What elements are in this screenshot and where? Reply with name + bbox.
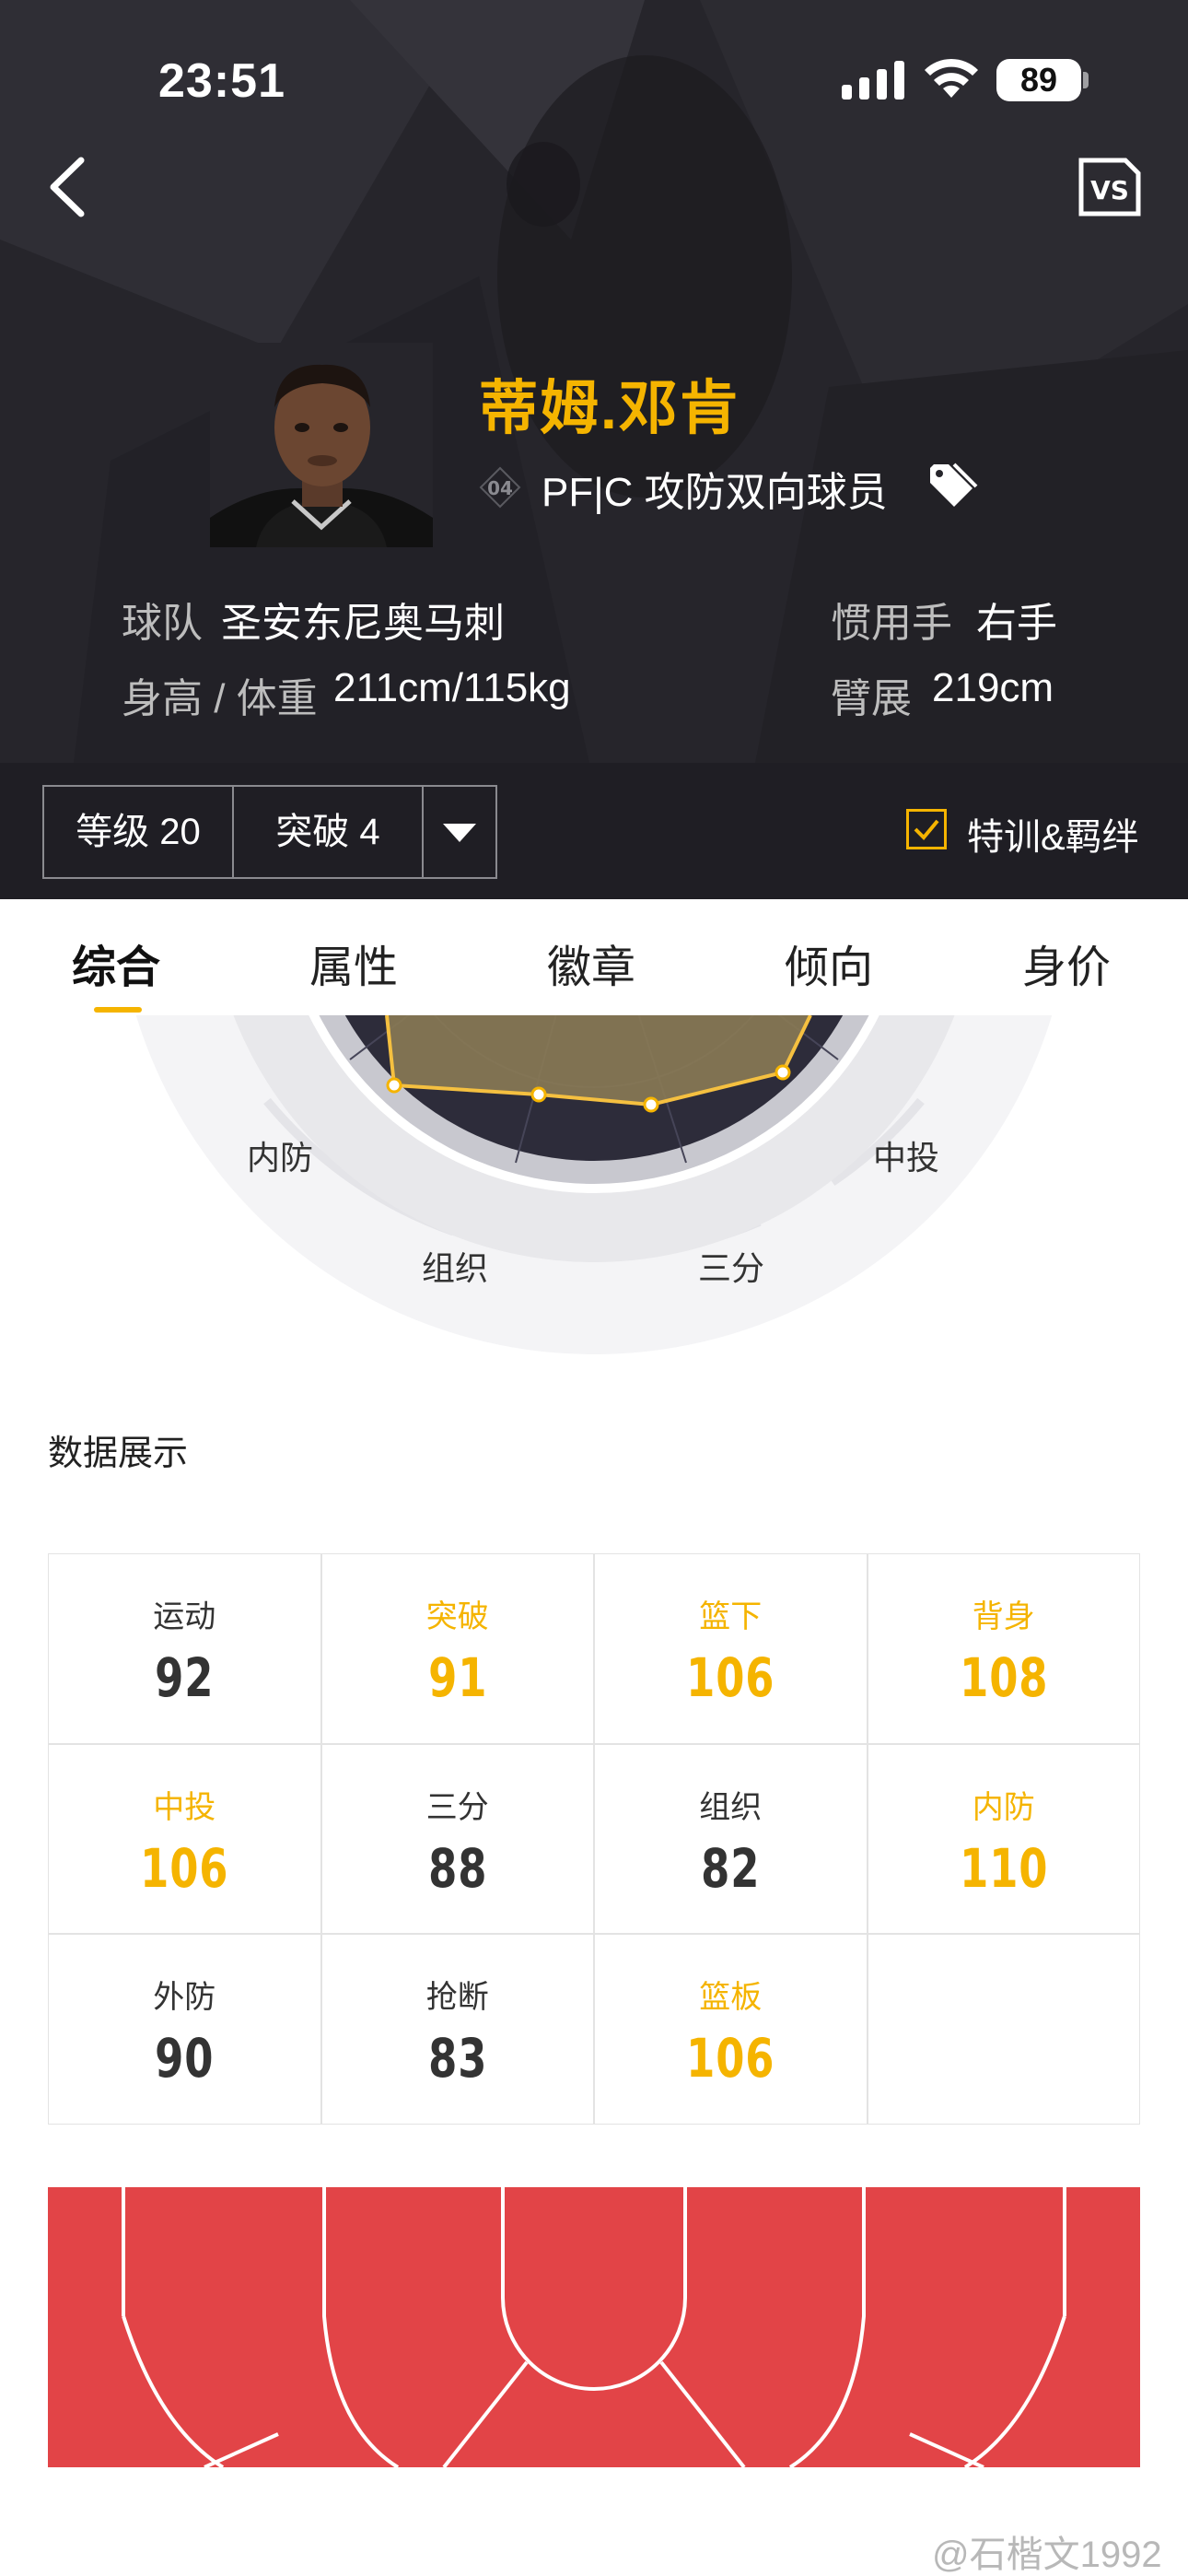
stat-cell-steal: 抢断 83 (320, 1934, 594, 2125)
radar-chart-graphic (135, 1015, 1053, 1354)
wingspan-label: 臂展 (831, 676, 912, 721)
status-bar: 23:51 89 (0, 0, 1188, 147)
shot-chart-court (48, 2187, 1140, 2467)
active-tab-indicator (94, 1007, 142, 1013)
training-bond-label[interactable]: 特训&羁绊 (967, 807, 1139, 861)
battery-tip (1083, 72, 1089, 88)
player-positions: PF|C 攻防双向球员 (542, 470, 888, 515)
svg-text:VS: VS (1090, 175, 1129, 205)
stat-value: 91 (427, 1646, 487, 1709)
svg-text:04: 04 (487, 477, 513, 499)
stat-value: 88 (427, 1836, 487, 1900)
player-name: 蒂姆.邓肯 (479, 375, 740, 441)
height-weight-value: 211cm/115kg (333, 665, 571, 710)
stat-cell-driving: 突破 91 (320, 1553, 594, 1744)
hand-value: 右手 (976, 601, 1057, 646)
stat-cell-playmaking: 组织 82 (594, 1743, 868, 1935)
checkmark-icon (914, 819, 939, 840)
jersey-number-icon: 04 (479, 466, 521, 509)
stat-cell-post-game: 背身 108 (867, 1553, 1140, 1744)
stat-value: 108 (959, 1646, 1048, 1709)
status-time: 23:51 (158, 54, 285, 108)
radar-label-midrange: 中投 (873, 1139, 940, 1177)
stat-label: 篮下 (699, 1599, 763, 1634)
stats-grid: 运动 92 突破 91 篮下 106 背身 108 中投 106 三分 88 组… (48, 1553, 1140, 2125)
stat-cell-athleticism: 运动 92 (48, 1553, 321, 1744)
stat-cell-inside-scoring: 篮下 106 (594, 1553, 868, 1744)
battery-indicator: 89 (996, 59, 1081, 101)
radar-label-playmaking: 组织 (422, 1249, 489, 1287)
stat-label: 组织 (699, 1789, 763, 1825)
radar-chart: 内防 中投 组织 三分 (0, 1015, 1188, 1365)
back-button[interactable] (41, 153, 94, 221)
stat-cell-inside-defense: 内防 110 (867, 1743, 1140, 1935)
stat-value: 92 (155, 1646, 215, 1709)
tab-value[interactable]: 身价 (1022, 931, 1111, 995)
stat-label: 抢断 (425, 1980, 489, 2016)
stat-cell-three-point: 三分 88 (320, 1743, 594, 1935)
stat-label: 内防 (972, 1789, 1035, 1825)
stat-value: 82 (701, 1836, 761, 1900)
wingspan-value: 219cm (932, 665, 1054, 710)
stat-value: 110 (959, 1836, 1048, 1900)
stat-label: 中投 (153, 1789, 216, 1825)
level-selector[interactable]: 等级 20 (42, 785, 234, 879)
stat-label: 篮板 (699, 1980, 763, 2016)
wifi-icon (925, 58, 978, 98)
court-lines (122, 2187, 1066, 2467)
stat-label: 外防 (153, 1980, 216, 2016)
height-weight-label: 身高 / 体重 (122, 676, 318, 721)
stat-label: 背身 (972, 1599, 1035, 1634)
stat-label: 三分 (425, 1789, 489, 1825)
team-value: 圣安东尼奥马刺 (221, 601, 505, 646)
tab-tendencies[interactable]: 倾向 (785, 931, 873, 995)
watermark: @石楷文1992 (932, 2535, 1162, 2575)
tag-icon[interactable] (926, 461, 978, 512)
stat-value: 90 (155, 2027, 215, 2090)
tab-badges[interactable]: 徽章 (547, 931, 635, 995)
stat-cell-empty (867, 1934, 1140, 2125)
tab-overview[interactable]: 综合 (72, 931, 160, 995)
tab-attributes[interactable]: 属性 (309, 931, 398, 995)
stat-value: 83 (427, 2027, 487, 2090)
hand-label: 惯用手 (831, 601, 952, 646)
stat-label: 运动 (153, 1599, 216, 1634)
stat-value: 106 (686, 2027, 775, 2090)
breakthrough-selector[interactable]: 突破 4 (232, 785, 424, 879)
vs-compare-button[interactable]: VS (1077, 157, 1142, 217)
player-avatar (210, 343, 433, 547)
stat-value: 106 (686, 1646, 775, 1709)
stat-label: 突破 (425, 1599, 489, 1634)
stats-section-title: 数据展示 (48, 1434, 189, 1473)
radar-label-inside-defense: 内防 (247, 1139, 314, 1177)
radar-label-three-point: 三分 (698, 1249, 765, 1287)
training-bond-checkbox[interactable] (906, 809, 947, 849)
stat-cell-perimeter-defense: 外防 90 (48, 1934, 321, 2125)
stat-cell-midrange: 中投 106 (48, 1743, 321, 1935)
level-dropdown-button[interactable] (422, 785, 497, 879)
cellular-signal-icon (842, 61, 904, 100)
stat-value: 106 (140, 1836, 229, 1900)
caret-down-icon (443, 824, 476, 842)
stat-cell-rebounding: 篮板 106 (594, 1934, 868, 2125)
player-header: 23:51 89 VS 蒂姆.邓肯 04 PF|C 攻防双向球员 球队 圣安东尼… (0, 0, 1188, 763)
team-label: 球队 (122, 601, 203, 646)
